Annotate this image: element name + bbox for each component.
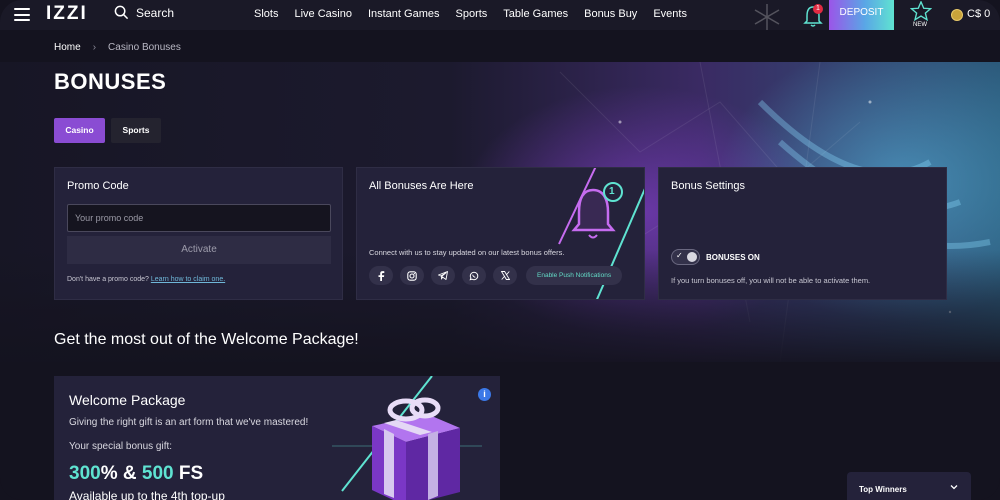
toggle-label: BONUSES ON (706, 253, 760, 262)
top-winners-label: Top Winners (859, 485, 907, 494)
breadcrumb-current: Casino Bonuses (108, 42, 181, 53)
bonuses-toggle[interactable]: ✓ (671, 249, 700, 265)
learn-how-link[interactable]: Learn how to claim one. (151, 276, 225, 283)
whatsapp-icon[interactable] (462, 266, 486, 285)
main-nav: Slots Live Casino Instant Games Sports T… (254, 8, 703, 20)
instagram-icon[interactable] (400, 266, 424, 285)
tab-casino[interactable]: Casino (54, 118, 105, 143)
chevron-down-icon (950, 485, 958, 490)
bonuses-card-title: All Bonuses Are Here (369, 180, 474, 192)
tab-sports[interactable]: Sports (111, 118, 161, 143)
check-icon: ✓ (676, 251, 683, 260)
promo-code-input[interactable] (67, 204, 331, 232)
top-navigation: IZZI Search Slots Live Casino Instant Ga… (0, 0, 1000, 30)
promo-card-title: Promo Code (67, 180, 129, 192)
nav-sports[interactable]: Sports (456, 8, 488, 20)
nav-bonus-buy[interactable]: Bonus Buy (584, 8, 637, 20)
balance[interactable]: C$ 0 (967, 8, 990, 20)
info-icon[interactable]: i (478, 388, 491, 401)
izzi-logo[interactable]: IZZI (46, 3, 88, 25)
no-promo-question: Don't have a promo code? (67, 276, 149, 283)
bonus-percent-suffix: % & (100, 463, 142, 484)
welcome-package-description: Giving the right gift is an art form tha… (69, 417, 309, 428)
free-spins-suffix: FS (173, 463, 204, 484)
search-button[interactable]: Search (114, 5, 174, 20)
breadcrumb-home[interactable]: Home (54, 42, 81, 53)
nav-instant-games[interactable]: Instant Games (368, 8, 440, 20)
toggle-knob (687, 252, 697, 262)
star-icon[interactable] (910, 1, 932, 21)
bonus-tabs: Casino Sports (54, 118, 161, 143)
promo-code-card: Promo Code Activate Don't have a promo c… (54, 167, 343, 300)
connect-text: Connect with us to stay updated on our l… (369, 248, 565, 257)
search-icon (114, 5, 129, 20)
chevron-right-icon: › (92, 42, 97, 53)
nav-events[interactable]: Events (653, 8, 687, 20)
free-spins-count: 500 (141, 463, 174, 484)
settings-card-title: Bonus Settings (671, 180, 745, 192)
nav-slots[interactable]: Slots (254, 8, 278, 20)
activate-button[interactable]: Activate (67, 236, 331, 264)
facebook-icon[interactable] (369, 266, 393, 285)
snowflake-icon (754, 4, 780, 30)
bonus-settings-card: Bonus Settings ✓ BONUSES ON If you turn … (658, 167, 947, 300)
enable-push-button[interactable]: Enable Push Notifications (526, 266, 623, 285)
notification-badge: 1 (813, 4, 823, 14)
hamburger-menu-icon[interactable] (14, 8, 30, 21)
welcome-heading: Get the most out of the Welcome Package! (54, 331, 359, 348)
bonus-off-note: If you turn bonuses off, you will not be… (671, 276, 871, 285)
x-icon[interactable] (493, 266, 517, 285)
top-winners-widget[interactable]: Top Winners (847, 472, 971, 500)
nav-table-games[interactable]: Table Games (503, 8, 568, 20)
bell-badge-number: 1 (609, 186, 615, 197)
welcome-package-subtitle: Available up to the 4th top-up (69, 489, 225, 500)
coin-icon (951, 9, 963, 21)
social-links: Enable Push Notifications (369, 266, 623, 285)
welcome-package-title: Welcome Package (69, 392, 186, 408)
search-label: Search (136, 5, 175, 20)
gift-box-icon (332, 376, 482, 500)
bonuses-page: IZZI Search Slots Live Casino Instant Ga… (0, 0, 1000, 500)
new-label: NEW (913, 22, 927, 28)
telegram-icon[interactable] (431, 266, 455, 285)
breadcrumb: Home › Casino Bonuses (54, 42, 181, 53)
all-bonuses-card: 1 All Bonuses Are Here Connect with us t… (356, 167, 645, 300)
bonus-percent: 300 (69, 463, 101, 484)
nav-live-casino[interactable]: Live Casino (294, 8, 351, 20)
no-promo-text: Don't have a promo code? Learn how to cl… (67, 276, 225, 283)
bonus-gift-label: Your special bonus gift: (69, 441, 173, 452)
bonus-offer: 300% & 500 FS (69, 463, 203, 485)
deposit-button[interactable]: DEPOSIT (829, 0, 894, 30)
page-title: BONUSES (54, 69, 167, 94)
welcome-package-card[interactable]: i Welcome Package Giving the right gift … (54, 376, 500, 500)
